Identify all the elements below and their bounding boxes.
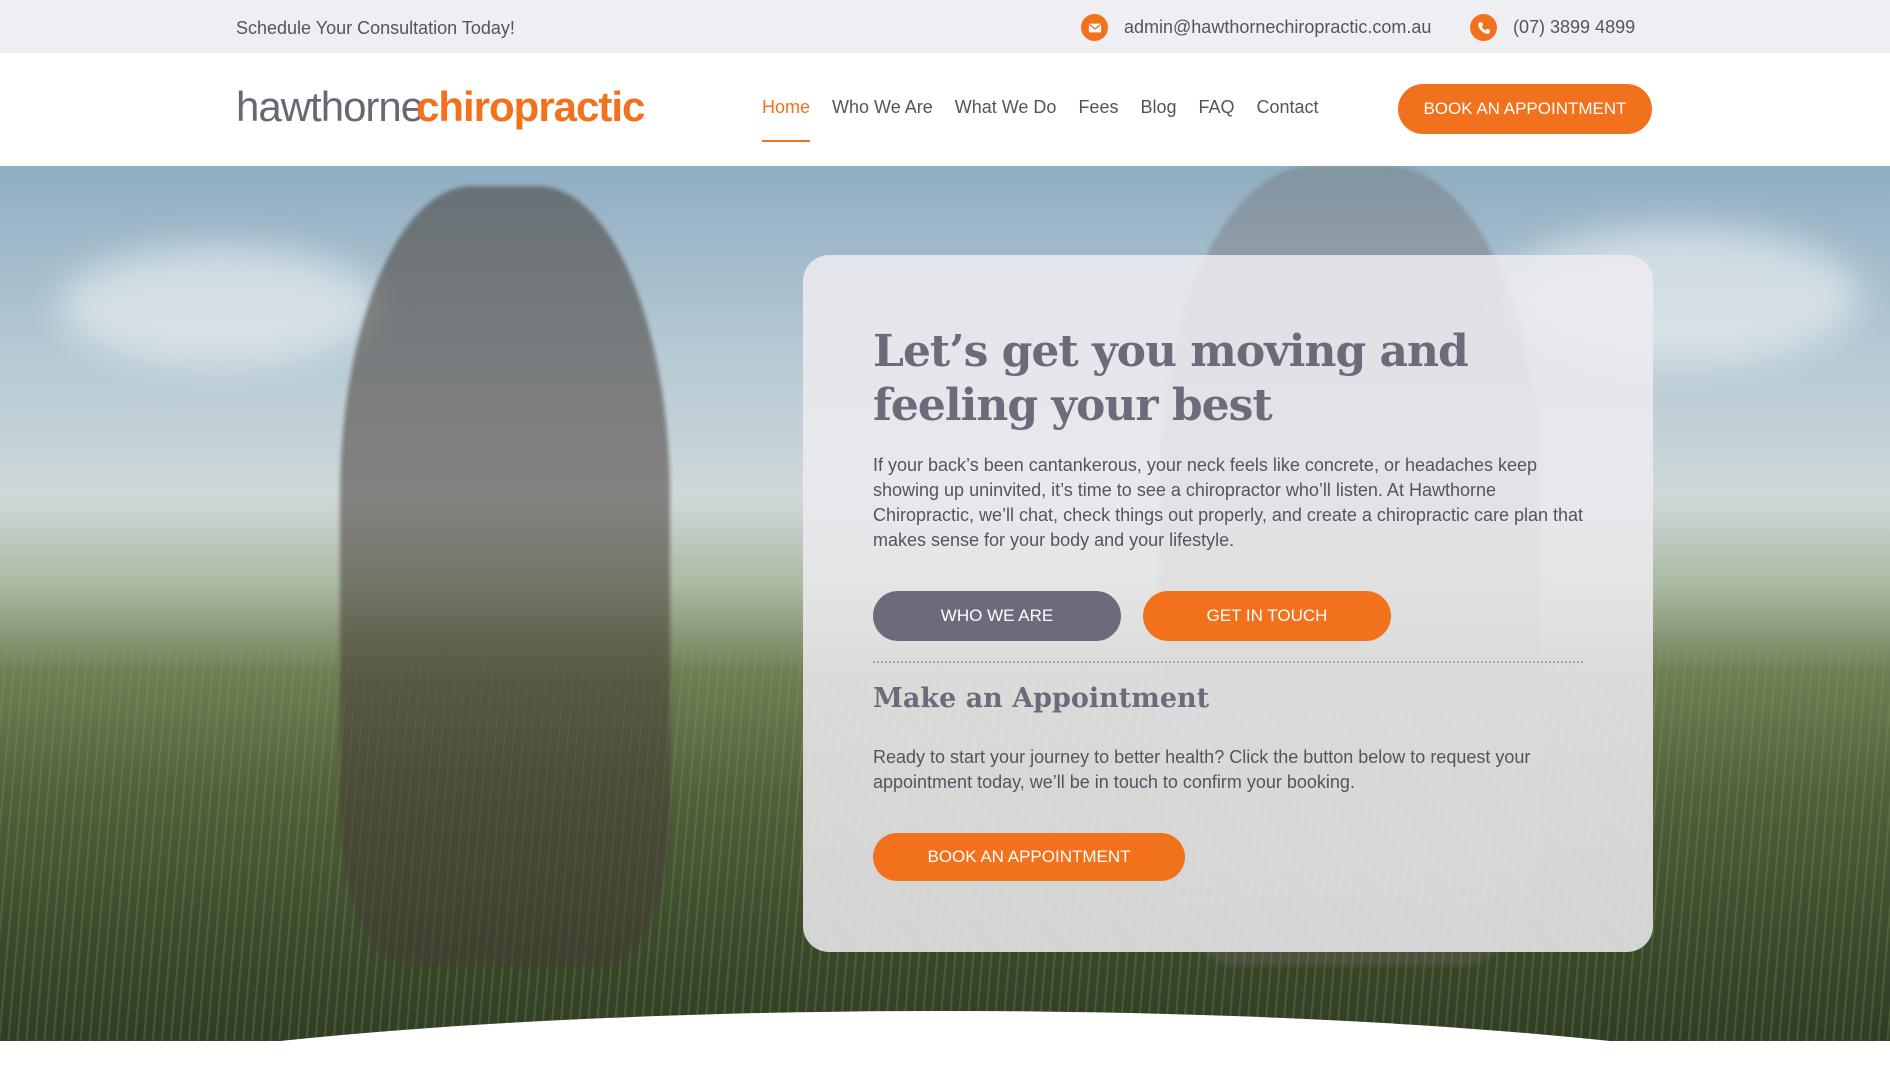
hero-cloud — [60, 246, 380, 366]
consultation-tagline: Schedule Your Consultation Today! — [236, 18, 515, 38]
nav-fees[interactable]: Fees — [1078, 97, 1118, 142]
who-we-are-button[interactable]: WHO WE ARE — [873, 591, 1121, 641]
nav-who-we-are[interactable]: Who We Are — [832, 97, 933, 142]
phone-number: (07) 3899 4899 — [1513, 17, 1636, 37]
get-in-touch-button[interactable]: GET IN TOUCH — [1143, 591, 1391, 641]
header-book-appointment-button[interactable]: BOOK AN APPOINTMENT — [1398, 84, 1652, 134]
nav-contact[interactable]: Contact — [1257, 97, 1319, 142]
hero-lead-text: If your back’s been cantankerous, your n… — [873, 455, 1584, 550]
hero-card: Let’s get you moving and feeling your be… — [803, 255, 1653, 952]
email-address: admin@hawthornechiropractic.com.au — [1124, 17, 1432, 37]
top-bar: Schedule Your Consultation Today! admin@… — [0, 0, 1890, 53]
logo-text-light: hawthorne — [236, 83, 424, 130]
phone-link[interactable]: (07) 3899 4899 — [1470, 14, 1635, 41]
nav-what-we-do[interactable]: What We Do — [955, 97, 1057, 142]
appointment-title: Make an Appointment — [873, 683, 1210, 714]
hero-button-row: WHO WE ARE GET IN TOUCH — [873, 591, 1413, 641]
nav-blog[interactable]: Blog — [1140, 97, 1176, 142]
appointment-text: Ready to start your journey to better he… — [873, 747, 1531, 792]
logo-text-bold: chiropractic — [416, 83, 645, 130]
card-book-appointment-button[interactable]: BOOK AN APPOINTMENT — [873, 833, 1185, 881]
phone-icon — [1470, 14, 1497, 41]
site-logo[interactable]: hawthorne chiropractic — [236, 73, 645, 143]
hero-title: Let’s get you moving and feeling your be… — [873, 326, 1469, 431]
envelope-icon — [1081, 14, 1108, 41]
nav-faq[interactable]: FAQ — [1199, 97, 1235, 142]
nav-home[interactable]: Home — [762, 97, 811, 142]
card-divider — [873, 661, 1583, 663]
site-header: hawthorne chiropractic Home Who We Are W… — [0, 53, 1890, 166]
email-link[interactable]: admin@hawthornechiropractic.com.au — [1081, 14, 1431, 41]
main-nav: Home Who We Are What We Do Fees Blog FAQ… — [762, 97, 1341, 142]
hero-cyclist-left — [340, 186, 670, 966]
